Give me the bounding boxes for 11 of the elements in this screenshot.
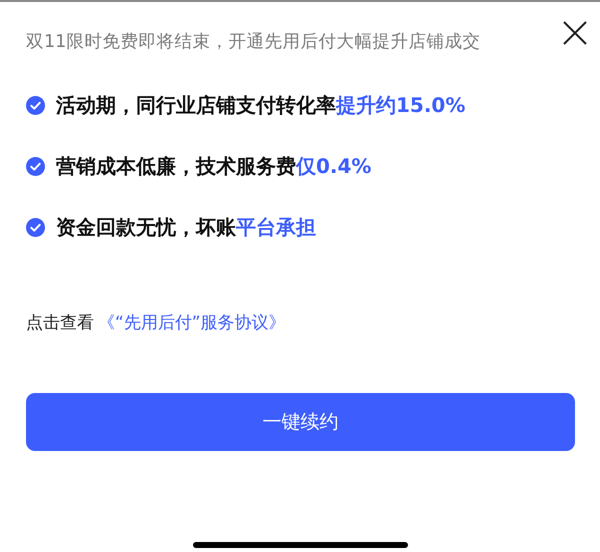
dialog-title: 双11限时免费即将结束，开通先用后付大幅提升店铺成交 (26, 31, 480, 53)
check-circle-icon (26, 218, 45, 237)
agreement-link[interactable]: 《“先用后付”服务协议》 (98, 313, 286, 333)
close-icon[interactable] (562, 20, 588, 46)
benefit-text: 营销成本低廉，技术服务费仅0.4% (56, 153, 372, 180)
agreement-text: 点击查看 《“先用后付”服务协议》 (26, 312, 287, 334)
renew-button[interactable]: 一键续约 (26, 393, 575, 451)
check-circle-icon (26, 96, 45, 115)
benefit-text: 活动期，同行业店铺支付转化率提升约15.0% (56, 92, 466, 119)
check-circle-icon (26, 157, 45, 176)
benefit-text: 资金回款无忧，坏账平台承担 (56, 214, 316, 241)
